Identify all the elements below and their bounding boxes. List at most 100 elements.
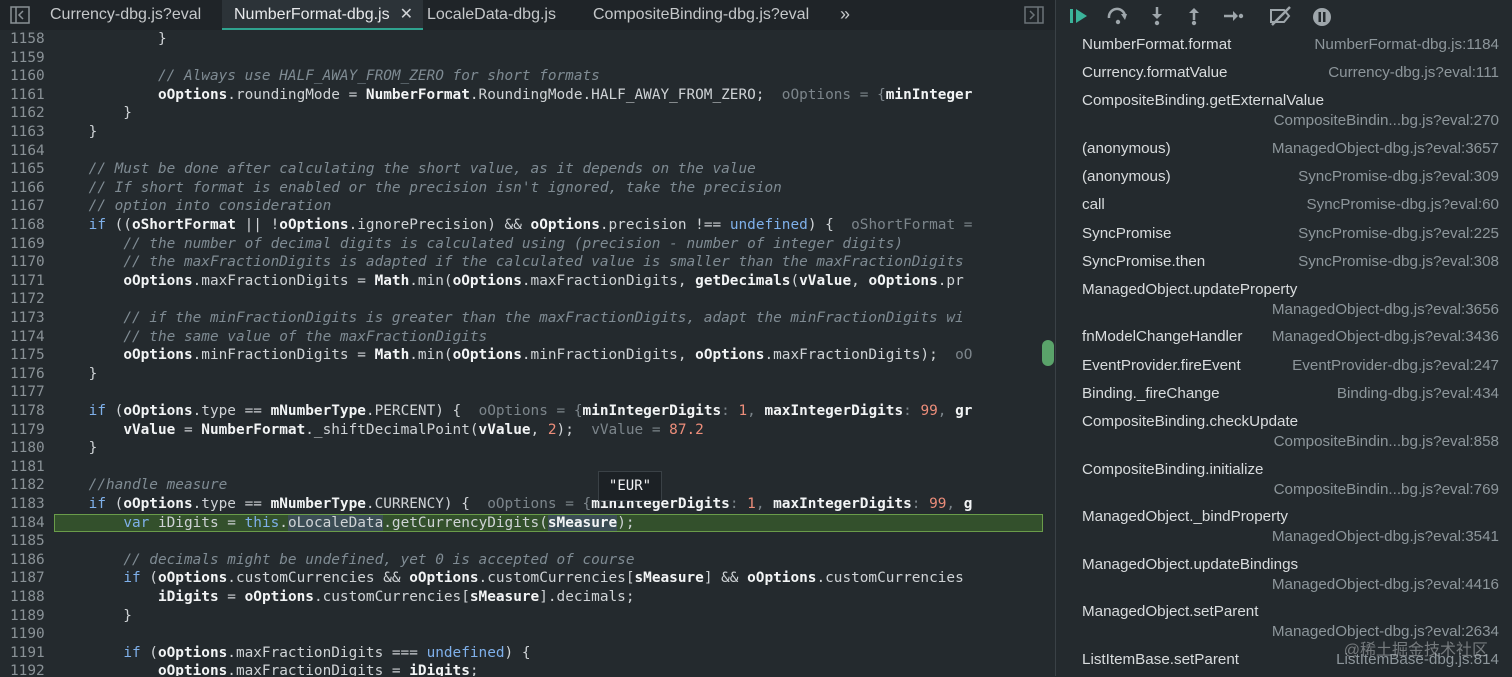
code-text: //handle measure — [88, 477, 228, 494]
call-stack-frame[interactable]: (anonymous) ManagedObject-dbg.js?eval:365… — [1082, 140, 1499, 166]
debugger-sidebar: NumberFormat.format NumberFormat-dbg.js:1… — [1055, 0, 1512, 676]
call-stack-frame[interactable]: SyncPromise SyncPromise-dbg.js?eval:225 — [1082, 225, 1499, 251]
line-number[interactable]: 1170 — [10, 253, 50, 272]
call-stack-frame[interactable]: EventProvider.fireEvent EventProvider-dbg… — [1082, 357, 1499, 383]
tab-numberformat[interactable]: NumberFormat-dbg.js ✕ — [222, 0, 424, 30]
line-number[interactable]: 1163 — [10, 123, 50, 142]
tab-compositebinding[interactable]: CompositeBinding-dbg.js?eval — [593, 0, 809, 30]
call-stack-frame[interactable]: ManagedObject.updateProperty ManagedObjec… — [1082, 281, 1499, 327]
tab-localedata[interactable]: LocaleData-dbg.js — [427, 0, 556, 30]
line-number[interactable]: 1160 — [10, 67, 50, 86]
line-number[interactable]: 1175 — [10, 346, 50, 365]
call-stack-frame[interactable]: SyncPromise.then SyncPromise-dbg.js?eval:… — [1082, 253, 1499, 279]
line-number[interactable]: 1167 — [10, 197, 50, 216]
line-number[interactable]: 1191 — [10, 644, 50, 663]
line-number[interactable]: 1158 — [10, 30, 50, 49]
line-number[interactable]: 1190 — [10, 625, 50, 644]
call-stack-frame[interactable]: (anonymous) SyncPromise-dbg.js?eval:309 — [1082, 168, 1499, 194]
code-line: 1186 // decimals might be undefined, yet… — [0, 551, 1055, 570]
line-number[interactable]: 1159 — [10, 49, 50, 68]
editor-scroll-marker[interactable] — [1042, 340, 1054, 366]
line-number[interactable]: 1192 — [10, 662, 50, 676]
call-stack-frame[interactable]: CompositeBinding.getExternalValue Composi… — [1082, 92, 1499, 138]
current-execution-line: 1184 var iDigits = this.oLocaleData.getC… — [0, 513, 1055, 533]
line-number[interactable]: 1162 — [10, 104, 50, 123]
frame-location: CompositeBindin...bg.js?eval:769 — [1273, 480, 1499, 498]
code-text: } — [54, 105, 132, 122]
code-text: oOptions.minFractionDigits = Math.min(oO… — [123, 347, 973, 364]
line-number[interactable]: 1166 — [10, 179, 50, 198]
line-number[interactable]: 1180 — [10, 439, 50, 458]
frame-location: CompositeBindin...bg.js?eval:858 — [1273, 433, 1499, 450]
code-line: 1182 //handle measure — [0, 476, 1055, 495]
code-line: 1180 } — [0, 439, 1055, 458]
line-number[interactable]: 1183 — [10, 495, 50, 514]
line-number[interactable]: 1187 — [10, 569, 50, 588]
deactivate-breakpoints-icon[interactable] — [1268, 6, 1294, 30]
code-text: // if the minFractionDigits is greater t… — [123, 310, 964, 326]
line-number[interactable]: 1174 — [10, 328, 50, 347]
code-text: // decimals might be undefined, yet 0 is… — [123, 551, 635, 568]
line-number[interactable]: 1189 — [10, 607, 50, 626]
line-number[interactable]: 1179 — [10, 421, 50, 440]
frame-location: ManagedObject-dbg.js?eval:3436 — [1271, 328, 1499, 346]
line-number[interactable]: 1161 — [10, 86, 50, 105]
code-line: 1169 // the number of decimal digits is … — [0, 235, 1055, 254]
pause-exceptions-icon[interactable] — [1311, 6, 1333, 32]
step-over-icon[interactable] — [1106, 6, 1130, 30]
line-number[interactable]: 1164 — [10, 142, 50, 161]
line-number[interactable]: 1188 — [10, 588, 50, 607]
code-line: 1187 if (oOptions.customCurrencies && oO… — [0, 569, 1055, 588]
line-number[interactable]: 1186 — [10, 551, 50, 570]
line-number[interactable]: 1178 — [10, 402, 50, 421]
sidebar-toggle-icon[interactable] — [10, 6, 30, 24]
panel-toggle-icon[interactable] — [1024, 6, 1044, 24]
tab-label: NumberFormat-dbg.js — [234, 6, 390, 23]
step-icon[interactable] — [1222, 6, 1244, 30]
line-number[interactable]: 1184 — [10, 514, 50, 533]
line-number[interactable]: 1182 — [10, 476, 50, 495]
call-stack-frame[interactable]: ManagedObject.updateBindings ManagedObjec… — [1082, 556, 1499, 602]
code-line: 1161 oOptions.roundingMode = NumberForma… — [0, 86, 1055, 105]
call-stack-frame[interactable]: call SyncPromise-dbg.js?eval:60 — [1082, 196, 1499, 222]
close-icon[interactable]: ✕ — [400, 0, 413, 29]
code-line: 1160 // Always use HALF_AWAY_FROM_ZERO f… — [0, 67, 1055, 86]
line-number[interactable]: 1171 — [10, 272, 50, 291]
frame-function-name: fnModelChangeHandler — [1082, 328, 1243, 346]
line-number[interactable]: 1185 — [10, 532, 50, 551]
code-text: iDigits = oOptions.customCurrencies[sMea… — [157, 589, 635, 605]
call-stack-frame[interactable]: NumberFormat.format NumberFormat-dbg.js:1… — [1082, 36, 1499, 62]
code-line: 1181 — [0, 458, 1055, 477]
call-stack-frame[interactable]: CompositeBinding.initialize CompositeBind… — [1082, 461, 1499, 507]
line-number[interactable]: 1168 — [10, 216, 50, 235]
code-text: // the same value of the maxFractionDigi… — [123, 328, 488, 345]
code-line: 1177 — [0, 383, 1055, 402]
call-stack-frame[interactable]: Binding._fireChange Binding-dbg.js?eval:4… — [1082, 385, 1499, 411]
hover-value-tooltip: "EUR" — [598, 471, 662, 501]
step-out-icon[interactable] — [1184, 6, 1204, 30]
tab-currency[interactable]: Currency-dbg.js?eval — [50, 0, 201, 30]
call-stack-frame[interactable]: ManagedObject._bindProperty ManagedObject… — [1082, 508, 1499, 554]
code-text: if (oOptions.customCurrencies && oOption… — [123, 570, 964, 587]
frame-function-name: call — [1082, 196, 1105, 214]
line-number[interactable]: 1176 — [10, 365, 50, 384]
code-line: 1164 — [0, 142, 1055, 161]
line-number[interactable]: 1177 — [10, 383, 50, 402]
call-stack-frame[interactable]: CompositeBinding.checkUpdate CompositeBin… — [1082, 413, 1499, 459]
call-stack-frame[interactable]: Currency.formatValue Currency-dbg.js?eval… — [1082, 64, 1499, 90]
code-line: 1166 // If short format is enabled or th… — [0, 179, 1055, 198]
code-editor[interactable]: 1158 } 1159 1160 // Always use HALF_AWAY_F… — [0, 30, 1055, 676]
line-number[interactable]: 1169 — [10, 235, 50, 254]
code-line: 1175 oOptions.minFractionDigits = Math.m… — [0, 346, 1055, 365]
line-number[interactable]: 1165 — [10, 160, 50, 179]
tab-label: Currency-dbg.js?eval — [50, 6, 202, 23]
code-line: 1159 — [0, 49, 1055, 68]
resume-icon[interactable] — [1068, 6, 1090, 30]
line-number[interactable]: 1181 — [10, 458, 50, 477]
line-number[interactable]: 1172 — [10, 290, 50, 309]
line-number[interactable]: 1173 — [10, 309, 50, 328]
tab-overflow-icon[interactable]: » — [840, 0, 850, 30]
call-stack-frame[interactable]: fnModelChangeHandler ManagedObject-dbg.js… — [1082, 328, 1499, 354]
step-into-icon[interactable] — [1147, 6, 1167, 30]
code-text: } — [157, 31, 167, 47]
